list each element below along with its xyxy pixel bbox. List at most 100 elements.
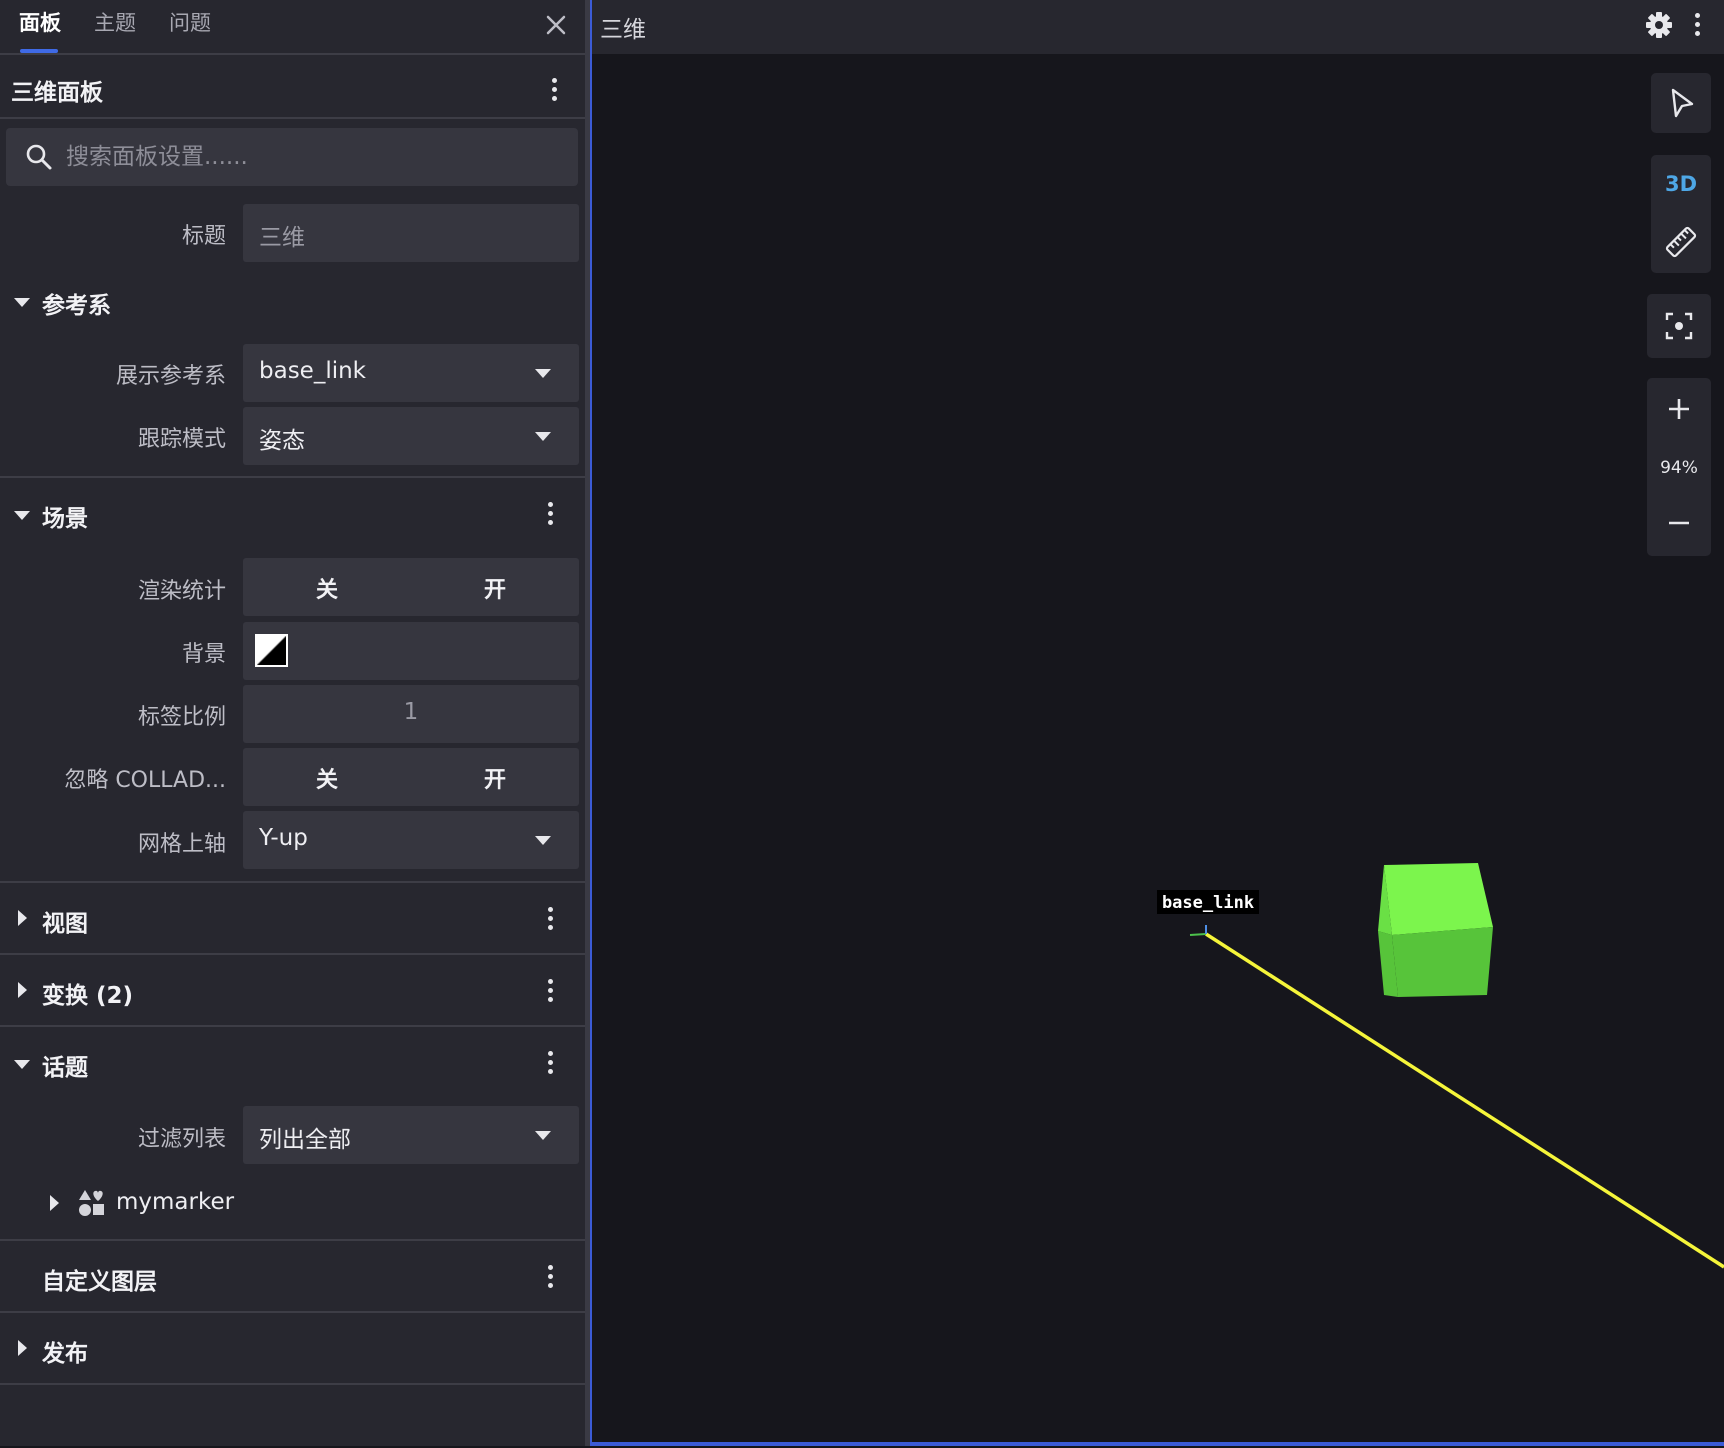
- topic-name: mymarker: [116, 1189, 235, 1215]
- section-custom-layers-title: 自定义图层: [42, 1269, 157, 1295]
- gear-icon[interactable]: [1644, 10, 1674, 40]
- color-swatch[interactable]: [255, 634, 288, 667]
- select-pointer-icon: [1671, 88, 1694, 118]
- section-publish-title: 发布: [42, 1341, 88, 1367]
- topic-item-mymarker[interactable]: mymarker: [0, 1176, 585, 1230]
- zoom-out-button[interactable]: [1647, 494, 1711, 552]
- chevron-down-icon: [14, 298, 30, 307]
- divider: [0, 1025, 585, 1027]
- cube-marker: [1378, 863, 1493, 997]
- title-label: 标题: [181, 224, 226, 249]
- follow-mode-select[interactable]: 姿态: [243, 407, 579, 465]
- section-transforms-title: 变换 (2): [42, 983, 134, 1009]
- chevron-down-icon: [14, 1060, 30, 1069]
- zoom-in-button[interactable]: [1647, 380, 1711, 438]
- three-d-panel: 三维 base_link 3D 94%: [592, 0, 1724, 1446]
- panel-kebab-menu-icon[interactable]: [1686, 10, 1710, 40]
- section-scene-title: 场景: [42, 506, 88, 532]
- view-menu-icon[interactable]: [539, 904, 563, 934]
- panel-menu-icon[interactable]: [543, 75, 567, 105]
- scene-menu-icon[interactable]: [539, 499, 563, 529]
- select-tool-button[interactable]: [1651, 74, 1711, 132]
- focus-tools: [1647, 294, 1711, 358]
- display-frame-label: 展示参考系: [115, 364, 226, 389]
- panel-name[interactable]: 三维: [600, 10, 646, 44]
- divider: [0, 1239, 585, 1241]
- ignore-collada-toggle: 关 开: [243, 748, 579, 806]
- chevron-down-icon: [535, 836, 551, 845]
- filter-list-value: 列出全部: [259, 1127, 351, 1153]
- filter-list-label: 过滤列表: [137, 1127, 226, 1152]
- sidebar-tabs: 面板 主题 问题: [0, 0, 585, 55]
- background-color-field[interactable]: [243, 622, 579, 680]
- tab-topics[interactable]: 主题: [94, 8, 136, 46]
- section-topics-title: 话题: [42, 1055, 88, 1081]
- chevron-right-icon: [18, 982, 27, 998]
- display-frame-select[interactable]: base_link: [243, 344, 579, 402]
- settings-search: [6, 128, 578, 186]
- label-scale-label: 标签比例: [137, 705, 226, 730]
- three-d-scene[interactable]: base_link 3D 94%: [592, 54, 1724, 1442]
- chevron-right-icon: [18, 910, 27, 926]
- follow-mode-value: 姿态: [259, 428, 305, 454]
- section-scene[interactable]: 场景: [0, 479, 585, 549]
- close-icon[interactable]: [541, 10, 571, 40]
- divider: [0, 881, 585, 883]
- section-view-title: 视图: [42, 911, 88, 937]
- search-icon: [26, 144, 52, 170]
- section-topics[interactable]: 话题: [0, 1028, 585, 1098]
- settings-sidebar: 面板 主题 问题 三维面板 标题 三维 参考系 展示参考系 base_link …: [0, 0, 585, 1446]
- tab-problems[interactable]: 问题: [169, 8, 211, 46]
- divider: [0, 476, 585, 478]
- section-custom-layers[interactable]: 自定义图层: [0, 1242, 585, 1312]
- chevron-right-icon[interactable]: [50, 1195, 59, 1211]
- divider: [0, 1383, 585, 1385]
- active-tab-indicator: [20, 49, 58, 53]
- focus-button[interactable]: [1647, 297, 1711, 355]
- title-value: 三维: [259, 225, 305, 251]
- section-transforms[interactable]: 变换 (2): [0, 956, 585, 1026]
- scene-canvas[interactable]: base_link: [592, 54, 1724, 1442]
- measure-tool-button[interactable]: [1651, 213, 1711, 271]
- section-publish[interactable]: 发布: [0, 1314, 585, 1384]
- panel-focus-border: [592, 1442, 1724, 1446]
- panel-header: 三维面板: [0, 57, 585, 119]
- section-frame-title: 参考系: [42, 293, 111, 319]
- divider: [0, 1311, 585, 1313]
- title-field[interactable]: 三维: [243, 204, 579, 262]
- label-scale-input[interactable]: 1: [243, 685, 579, 743]
- mesh-up-axis-select[interactable]: Y-up: [243, 811, 579, 869]
- zoom-out-icon: [1669, 521, 1689, 525]
- chevron-down-icon: [535, 1131, 551, 1140]
- section-frame[interactable]: 参考系: [0, 266, 585, 336]
- ignore-collada-on-button[interactable]: 开: [411, 762, 579, 794]
- chevron-down-icon: [535, 432, 551, 441]
- render-stats-label: 渲染统计: [137, 579, 226, 604]
- toggle-3d-button[interactable]: 3D: [1651, 155, 1711, 213]
- frame-axes: [1189, 925, 1207, 936]
- section-view[interactable]: 视图: [0, 884, 585, 954]
- marker-shapes-icon: [79, 1190, 104, 1216]
- render-stats-on-button[interactable]: 开: [411, 572, 579, 604]
- render-stats-off-button[interactable]: 关: [243, 572, 411, 604]
- background-label: 背景: [181, 642, 226, 667]
- mesh-up-axis-value: Y-up: [259, 825, 308, 851]
- display-frame-value: base_link: [259, 358, 367, 384]
- interaction-tools: [1651, 73, 1711, 133]
- panel-toolbar: 三维: [592, 0, 1724, 54]
- label-scale-value: 1: [403, 699, 419, 725]
- zoom-level: 94%: [1660, 458, 1698, 478]
- topics-menu-icon[interactable]: [539, 1048, 563, 1078]
- frame-label: base_link: [1162, 893, 1254, 913]
- transforms-menu-icon[interactable]: [539, 976, 563, 1006]
- search-input[interactable]: [66, 138, 566, 176]
- frame-label-tag: base_link: [1157, 890, 1259, 914]
- zoom-controls: 94%: [1647, 378, 1711, 556]
- zoom-in-icon: [1669, 399, 1689, 419]
- chevron-down-icon: [535, 369, 551, 378]
- filter-list-select[interactable]: 列出全部: [243, 1106, 579, 1164]
- chevron-down-icon: [14, 511, 30, 520]
- custom-layers-menu-icon[interactable]: [539, 1262, 563, 1292]
- tab-panel[interactable]: 面板: [19, 8, 61, 46]
- ignore-collada-off-button[interactable]: 关: [243, 762, 411, 794]
